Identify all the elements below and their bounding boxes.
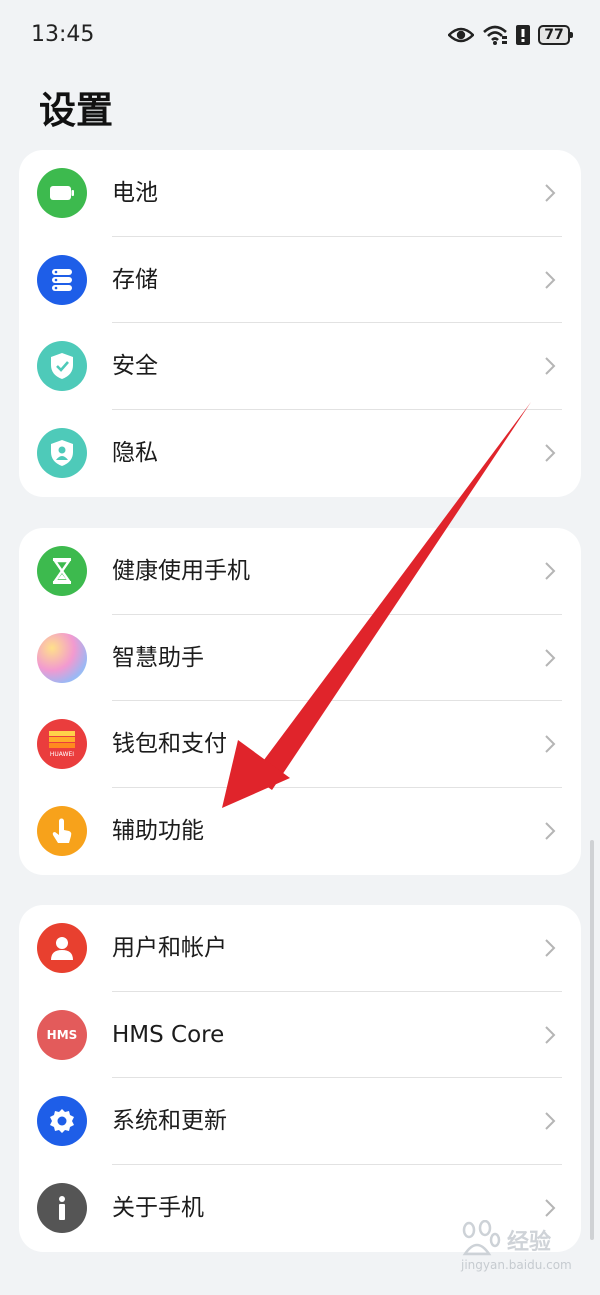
settings-item-label: 电池 [112,180,158,206]
battery-icon [37,168,87,218]
chevron-right-icon [545,735,556,754]
storage-icon [37,254,87,305]
settings-item-label: 健康使用手机 [112,558,250,584]
watermark-url: jingyan.baidu.com [461,1258,572,1272]
gear-icon [37,1096,87,1147]
chevron-right-icon [545,444,556,462]
chevron-right-icon [545,270,556,289]
chevron-right-icon [545,357,556,376]
hourglass-icon [37,546,87,596]
alert-icon [516,25,530,45]
shield-check-icon [37,341,87,392]
settings-item-label: 智慧助手 [112,644,204,671]
settings-group-2: 健康使用手机 智慧助手 HUAWEI 钱包和支付 辅助功能 [19,528,581,875]
settings-item-label: 存储 [112,266,158,293]
settings-item-assistant[interactable]: 智慧助手 [19,615,581,702]
baidu-watermark: 经验 jingyan.baidu.com [455,1220,575,1280]
settings-item-label: 关于手机 [112,1195,204,1222]
hms-icon: HMS [37,1009,87,1060]
status-bar: 13:45 77 [0,0,600,70]
settings-item-system-update[interactable]: 系统和更新 [19,1078,581,1166]
settings-item-security[interactable]: 安全 [19,323,581,411]
hand-touch-icon [37,806,87,857]
user-icon [37,923,87,973]
settings-item-accessibility[interactable]: 辅助功能 [19,788,581,875]
settings-item-label: HMS Core [112,1021,225,1048]
eye-icon [448,27,474,43]
status-icons: 77 [448,22,573,48]
info-icon [37,1183,87,1234]
chevron-right-icon [545,648,556,667]
battery-indicator: 77 [538,25,573,45]
scrollbar[interactable] [590,840,594,1240]
settings-item-label: 隐私 [112,440,158,467]
settings-item-accounts[interactable]: 用户和帐户 [19,905,581,992]
settings-item-label: 辅助功能 [112,818,204,845]
status-time: 13:45 [31,22,95,47]
chevron-right-icon [545,1025,556,1044]
settings-item-privacy[interactable]: 隐私 [19,410,581,497]
chevron-right-icon [545,1112,556,1131]
wifi-icon [483,25,507,45]
assistant-orb-icon [37,632,87,683]
settings-group-1: 电池 存储 安全 隐私 [19,150,581,497]
watermark-text: 经验 [507,1230,552,1255]
chevron-right-icon [545,939,556,957]
chevron-right-icon [545,1199,556,1217]
settings-item-hms-core[interactable]: HMS HMS Core [19,992,581,1079]
wallet-icon: HUAWEI [37,719,87,770]
chevron-right-icon [545,822,556,840]
settings-group-3: 用户和帐户 HMS HMS Core 系统和更新 关于手机 [19,905,581,1252]
paw-logo-icon [462,1220,501,1256]
wallet-brand-text: HUAWEI [49,750,75,758]
chevron-right-icon [545,562,556,580]
hms-icon-text: HMS [46,1027,78,1042]
settings-item-wallet[interactable]: HUAWEI 钱包和支付 [19,701,581,789]
settings-item-digital-balance[interactable]: 健康使用手机 [19,528,581,615]
settings-item-label: 系统和更新 [112,1108,227,1135]
page-title: 设置 [39,89,113,132]
settings-item-label: 钱包和支付 [112,731,227,758]
settings-item-label: 用户和帐户 [112,935,227,961]
chevron-right-icon [545,184,556,202]
settings-item-battery[interactable]: 电池 [19,150,581,237]
privacy-shield-icon [37,428,87,479]
settings-item-label: 安全 [112,353,158,380]
settings-item-storage[interactable]: 存储 [19,237,581,324]
